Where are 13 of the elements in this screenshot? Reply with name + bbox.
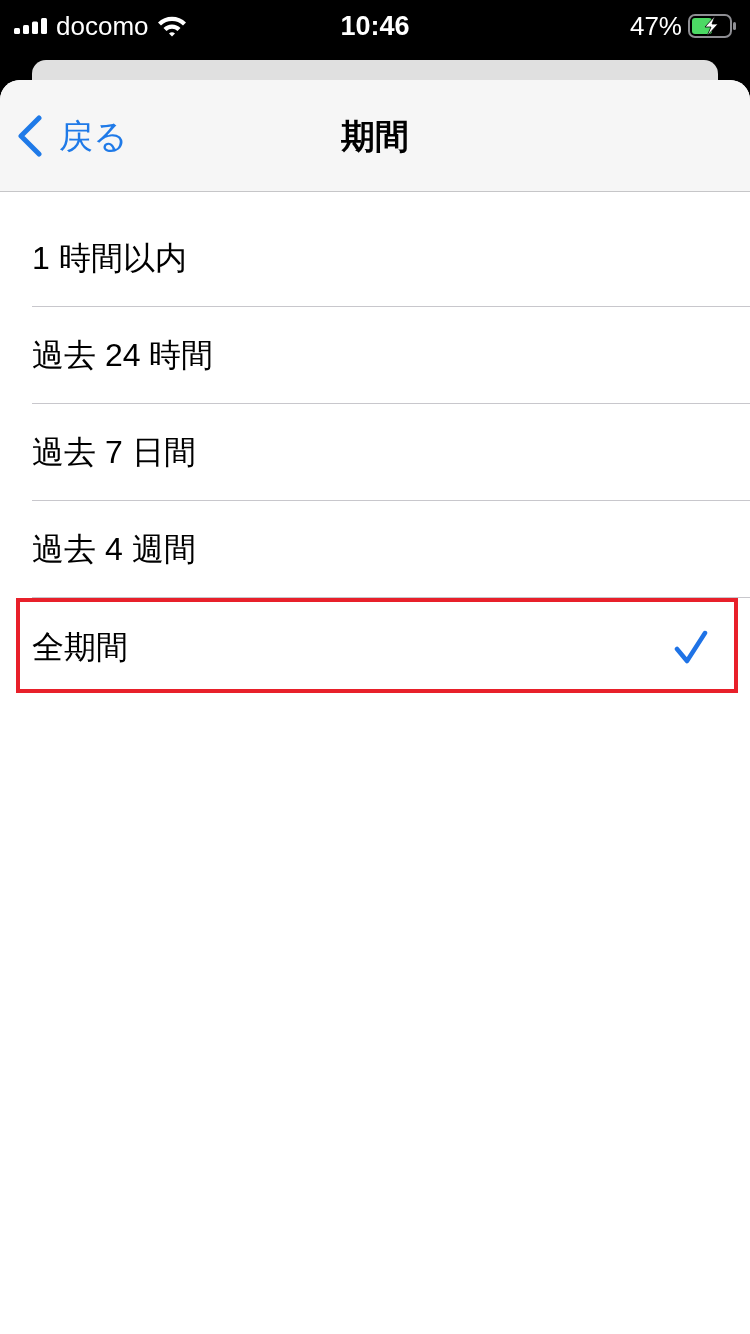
wifi-icon xyxy=(156,15,187,37)
carrier-name: docomo xyxy=(56,13,149,39)
list-option[interactable]: 過去 4 週間 xyxy=(32,519,708,579)
list-option[interactable]: 過去 7 日間 xyxy=(32,422,708,482)
list-option[interactable]: 1 時間以内 xyxy=(32,228,708,288)
list-option[interactable]: 過去 24 時間 xyxy=(32,325,708,385)
screen-title: 期間 xyxy=(341,118,409,153)
status-time: 10:46 xyxy=(340,12,410,40)
back-button[interactable]: 戻る xyxy=(0,114,128,157)
signal-icon xyxy=(14,18,48,34)
list-option[interactable]: 全期間 xyxy=(32,616,708,677)
chevron-left-icon xyxy=(17,114,43,157)
battery-percentage: 47% xyxy=(629,13,682,39)
